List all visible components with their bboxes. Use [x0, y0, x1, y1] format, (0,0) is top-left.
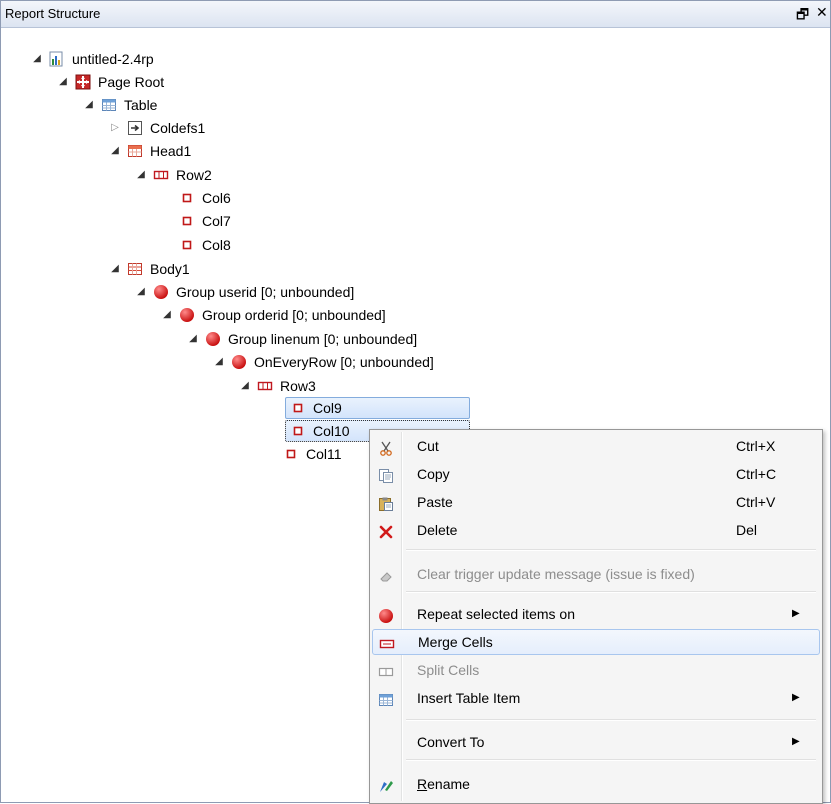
tree-node-label: Col7 — [202, 213, 231, 229]
panel-title: Report Structure — [5, 6, 101, 21]
menu-item-label: Clear trigger update message (issue is f… — [417, 566, 695, 582]
menu-item-label: Rename — [417, 776, 470, 792]
tree-node-label: Group orderid [0; unbounded] — [202, 307, 386, 323]
delete-icon — [378, 522, 394, 539]
tree-node-label: Table — [124, 97, 158, 113]
group-icon — [179, 307, 195, 323]
menu-item-copy[interactable]: Copy Ctrl+C — [372, 461, 818, 487]
table-body-icon — [127, 261, 143, 277]
table-head-icon — [127, 143, 143, 159]
coldefs-icon — [127, 120, 143, 136]
group-icon — [231, 354, 247, 370]
eraser-icon — [378, 566, 394, 582]
tree-node-label: untitled-2.4rp — [72, 51, 154, 67]
menu-item-rename[interactable]: Rename — [372, 771, 818, 797]
tree-node-col9[interactable]: Col9 — [285, 397, 470, 419]
menu-item-convert-to[interactable]: Convert To ▶ — [372, 729, 818, 755]
menu-item-insert-table-item[interactable]: Insert Table Item ▶ — [372, 685, 818, 711]
menu-item-split-cells: Split Cells — [372, 657, 818, 683]
menu-item-shortcut: Ctrl+C — [736, 466, 777, 482]
tree-node-label: Col10 — [313, 423, 350, 439]
menu-item-cut[interactable]: Cut Ctrl+X — [372, 433, 818, 459]
submenu-arrow-icon: ▶ — [792, 736, 800, 747]
group-icon — [205, 331, 221, 347]
panel-title-bar: Report Structure 🗗 ✕ — [1, 1, 830, 28]
menu-item-repeat-selected-items-on[interactable]: Repeat selected items on ▶ — [372, 601, 818, 627]
expanded-arrow-icon[interactable]: ◢ — [109, 258, 121, 280]
context-menu: Cut Ctrl+X Copy Ctrl+C Paste Ctrl+V Delete Del C… — [369, 429, 823, 804]
group-icon — [378, 606, 394, 623]
expanded-arrow-icon[interactable]: ◢ — [239, 375, 251, 397]
menu-item-label: Delete — [417, 522, 458, 538]
tree-node-label: Page Root — [98, 74, 165, 90]
menu-item-label: Copy — [417, 466, 450, 482]
restore-icon[interactable]: 🗗 — [796, 4, 809, 28]
menu-separator — [406, 591, 816, 593]
tree-node-label: Head1 — [150, 143, 192, 159]
menu-item-label: Repeat selected items on — [417, 606, 575, 622]
menu-separator — [406, 759, 816, 761]
tree-node-label: Col9 — [313, 400, 342, 416]
col-icon — [179, 237, 195, 253]
expanded-arrow-icon[interactable]: ◢ — [83, 94, 95, 116]
menu-item-shortcut: Ctrl+X — [736, 438, 776, 454]
col-icon — [290, 423, 306, 439]
col-icon — [290, 400, 306, 416]
menu-item-label: Cut — [417, 438, 439, 454]
expanded-arrow-icon[interactable]: ◢ — [31, 48, 43, 70]
expanded-arrow-icon[interactable]: ◢ — [213, 351, 225, 373]
scissors-icon — [378, 438, 394, 456]
menu-item-label: Convert To — [417, 734, 485, 750]
collapsed-arrow-icon[interactable]: ▷ — [109, 117, 121, 139]
menu-item-clear-trigger-update-message: Clear trigger update message (issue is f… — [372, 561, 818, 587]
tree-node-label: Group linenum [0; unbounded] — [228, 331, 418, 347]
paste-icon — [378, 494, 394, 511]
submenu-arrow-icon: ▶ — [792, 692, 800, 703]
tree-node-label: Col6 — [202, 190, 231, 206]
expanded-arrow-icon[interactable]: ◢ — [135, 164, 147, 186]
report-structure-panel: Report Structure 🗗 ✕ ◢ untitled-2.4rp ◢ Pag… — [0, 0, 831, 804]
expanded-arrow-icon[interactable]: ◢ — [161, 304, 173, 326]
menu-item-label: Paste — [417, 494, 453, 510]
menu-item-label: Insert Table Item — [417, 690, 521, 706]
menu-item-shortcut: Ctrl+V — [736, 494, 776, 510]
menu-item-shortcut: Del — [736, 522, 758, 538]
menu-item-label: Split Cells — [417, 662, 480, 678]
menu-item-delete[interactable]: Delete Del — [372, 517, 818, 543]
col-icon — [179, 190, 195, 206]
menu-item-merge-cells[interactable]: Merge Cells — [372, 629, 820, 655]
expanded-arrow-icon[interactable]: ◢ — [187, 328, 199, 350]
col-icon — [179, 213, 195, 229]
group-icon — [153, 284, 169, 300]
expanded-arrow-icon[interactable]: ◢ — [57, 71, 69, 93]
expanded-arrow-icon[interactable]: ◢ — [109, 140, 121, 162]
rename-icon — [378, 776, 394, 792]
copy-icon — [378, 466, 394, 483]
col-icon — [283, 446, 299, 462]
report-file-icon — [49, 51, 65, 67]
menu-separator — [406, 549, 816, 551]
table-icon — [101, 97, 117, 113]
tree-node-label: Row3 — [280, 378, 316, 394]
page-root-icon — [75, 74, 91, 90]
row-icon — [153, 167, 169, 183]
merge-cells-icon — [379, 635, 395, 651]
tree-node-label: Group userid [0; unbounded] — [176, 284, 355, 300]
tree-node-label: Col11 — [306, 446, 342, 462]
submenu-arrow-icon: ▶ — [792, 608, 800, 619]
tree-node-label: Body1 — [150, 261, 190, 277]
tree-node-label: OnEveryRow [0; unbounded] — [254, 354, 434, 370]
close-icon[interactable]: ✕ — [816, 4, 828, 21]
tree-node-label: Row2 — [176, 167, 212, 183]
expanded-arrow-icon[interactable]: ◢ — [135, 281, 147, 303]
tree-node-label: Col8 — [202, 237, 231, 253]
menu-separator — [406, 719, 816, 721]
split-cells-icon — [378, 662, 394, 678]
tree-node-label: Coldefs1 — [150, 120, 206, 136]
table-icon — [378, 690, 394, 706]
row-icon — [257, 378, 273, 394]
menu-item-paste[interactable]: Paste Ctrl+V — [372, 489, 818, 515]
menu-item-label: Merge Cells — [418, 634, 493, 650]
